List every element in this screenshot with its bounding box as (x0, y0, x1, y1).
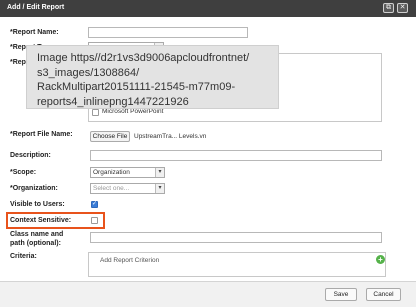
scope-select[interactable]: Organization ▾ (90, 167, 165, 178)
description-label: Description: (10, 152, 51, 159)
scope-label: *Scope: (10, 169, 37, 176)
context-label: Context Sensitive: (10, 217, 72, 224)
tooltip-line: s3_images/1308864/ (37, 66, 140, 79)
chevron-down-icon: ▾ (155, 184, 164, 193)
tooltip-line: RackMultipart20151111-21545-m77m09- (37, 81, 236, 93)
cancel-button[interactable]: Cancel (366, 288, 401, 301)
type-label-powerpoint: Microsoft PowerPoint (102, 108, 164, 115)
report-name-label: *Report Name: (10, 29, 59, 36)
organization-placeholder: Select one... (93, 185, 130, 192)
tooltip-line: Image https//d2r1vs3d9006apcloudfrontnet… (37, 52, 250, 64)
choose-file-button[interactable]: Choose File (90, 131, 130, 142)
add-criterion-link[interactable]: Add Report Criterion (100, 256, 159, 265)
image-url-tooltip: Image https//d2r1vs3d9006apcloudfrontnet… (26, 45, 279, 109)
class-name-label: Class name and path (optional): (10, 231, 64, 247)
description-input[interactable] (90, 150, 382, 161)
plus-icon[interactable]: + (376, 255, 385, 264)
save-button[interactable]: Save (325, 288, 357, 301)
report-name-input[interactable] (88, 27, 248, 38)
dialog-title: Add / Edit Report (7, 4, 65, 11)
criteria-label: Criteria: (10, 253, 37, 260)
class-name-input[interactable] (90, 232, 382, 243)
report-types-label: *Rep (10, 59, 26, 66)
report-file-label: *Report File Name: (10, 131, 73, 138)
visible-checkbox[interactable] (91, 200, 98, 208)
visible-label: Visible to Users: (10, 201, 65, 208)
dialog-titlebar: Add / Edit Report ⧉ ✕ (0, 0, 416, 17)
chevron-down-icon: ▾ (155, 168, 164, 177)
selected-file-name: UpstreamTra... Levels.vn (134, 133, 207, 140)
tooltip-line: reports4_inlinepng1447221926 (37, 95, 189, 108)
restore-icon[interactable]: ⧉ (383, 3, 394, 13)
scope-value: Organization (93, 169, 130, 176)
organization-select[interactable]: Select one... ▾ (90, 183, 165, 194)
type-checkbox-powerpoint[interactable] (92, 109, 99, 116)
close-icon[interactable]: ✕ (397, 3, 408, 13)
organization-label: *Organization: (10, 185, 58, 192)
context-checkbox[interactable] (91, 217, 98, 224)
